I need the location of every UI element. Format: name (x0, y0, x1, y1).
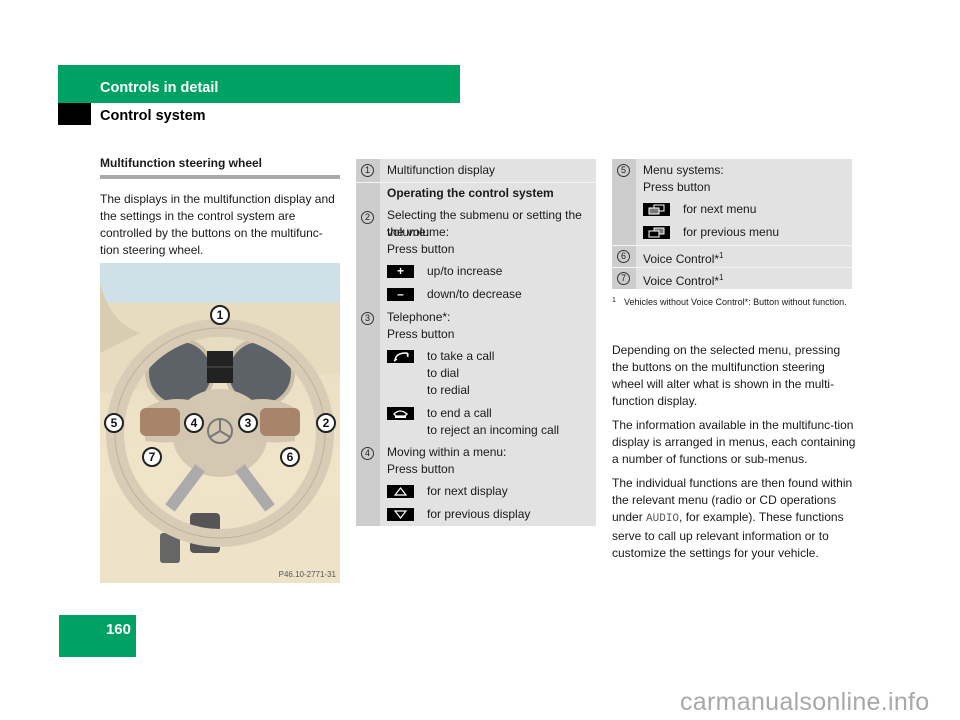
phone-hangup-key-icon (387, 407, 414, 420)
minus-key-icon: – (387, 288, 414, 301)
controls-table-2: 5 Menu systems: Press button for next me… (612, 159, 852, 289)
key-label: for previous menu (683, 225, 780, 239)
right-column: Depending on the selected menu, pressing… (612, 342, 857, 569)
image-code: P46.10-2771-31 (278, 570, 336, 579)
item-number: 6 (617, 250, 630, 263)
callout-6: 6 (280, 447, 300, 467)
key-label: to reject an incoming call (427, 423, 560, 437)
key-label: for previous display (427, 507, 531, 521)
item-number: 1 (361, 164, 374, 177)
previous-menu-key-icon (643, 226, 670, 239)
voice-control-label: Voice Control* (643, 252, 720, 266)
phone-pickup-key-icon (387, 350, 414, 363)
paragraph-2: The information available in the multifu… (612, 418, 856, 466)
subsection-title: Control system (100, 108, 206, 124)
arrow-up-key-icon (387, 485, 414, 498)
item-subtext: Press button (387, 327, 455, 341)
item-number: 7 (617, 272, 630, 285)
controls-table-1: 1 Multifunction display Operating the co… (356, 159, 596, 526)
item-subtext: Press button (387, 462, 455, 476)
item-subtext: Press button (643, 180, 711, 194)
key-label: to take a call (427, 349, 495, 363)
item-text: the volume: (387, 225, 450, 239)
key-label: down/to decrease (427, 287, 522, 301)
callout-1: 1 (210, 305, 230, 325)
callout-4: 4 (184, 413, 204, 433)
row-divider (612, 267, 852, 268)
item-number: 5 (617, 164, 630, 177)
arrow-down-key-icon (387, 508, 414, 521)
header-marker (58, 103, 91, 125)
row-divider (612, 245, 852, 246)
footnote-mark: 1 (612, 297, 616, 304)
item-number: 3 (361, 312, 374, 325)
callout-2: 2 (316, 413, 336, 433)
item-text: Moving within a menu: (387, 445, 507, 459)
steering-wheel-heading: Multifunction steering wheel (100, 156, 340, 179)
callout-5: 5 (104, 413, 124, 433)
left-column: Multifunction steering wheel The display… (100, 156, 340, 259)
row-divider (356, 182, 596, 183)
item-number: 2 (361, 211, 374, 224)
intro-paragraph: The displays in the multifunction displa… (100, 192, 335, 257)
item-text: Voice Control*1 (643, 269, 724, 290)
footnote: 1 Vehicles without Voice Control*: Butto… (612, 296, 857, 309)
item-text: Multifunction display (387, 163, 496, 177)
key-label: to end a call (427, 406, 492, 420)
item-number: 4 (361, 447, 374, 460)
paragraph-3: The individual functions are then found … (612, 475, 857, 562)
audio-menu-label: AUDIO (646, 513, 680, 525)
watermark: carmanualsonline.info (680, 688, 930, 716)
voice-control-label: Voice Control* (643, 274, 720, 288)
callout-7: 7 (142, 447, 162, 467)
plus-key-icon: + (387, 265, 414, 278)
callout-3: 3 (238, 413, 258, 433)
table-heading: Operating the control system (387, 186, 554, 200)
key-label: for next menu (683, 202, 757, 216)
number-column (612, 159, 636, 289)
table-row: 1 Multifunction display (356, 159, 596, 182)
next-menu-key-icon (643, 203, 670, 216)
footnote-text: Vehicles without Voice Control*: Button … (624, 297, 847, 307)
page-number: 160 (105, 621, 131, 638)
footnote-ref: 1 (719, 273, 724, 282)
steering-wheel-illustration: 1 5 4 3 2 7 6 P46.10-2771-31 (100, 263, 340, 583)
item-text: Telephone*: (387, 310, 451, 324)
key-label: for next display (427, 484, 508, 498)
key-label: up/to increase (427, 264, 503, 278)
paragraph-1: Depending on the selected menu, pressing… (612, 343, 841, 408)
item-text: Menu systems: (643, 163, 724, 177)
section-title: Controls in detail (100, 80, 219, 96)
item-subtext: Press button (387, 242, 455, 256)
footnote-ref: 1 (719, 251, 724, 260)
key-label: to dial (427, 366, 460, 380)
item-text: Voice Control*1 (643, 247, 724, 268)
key-label: to redial (427, 383, 470, 397)
